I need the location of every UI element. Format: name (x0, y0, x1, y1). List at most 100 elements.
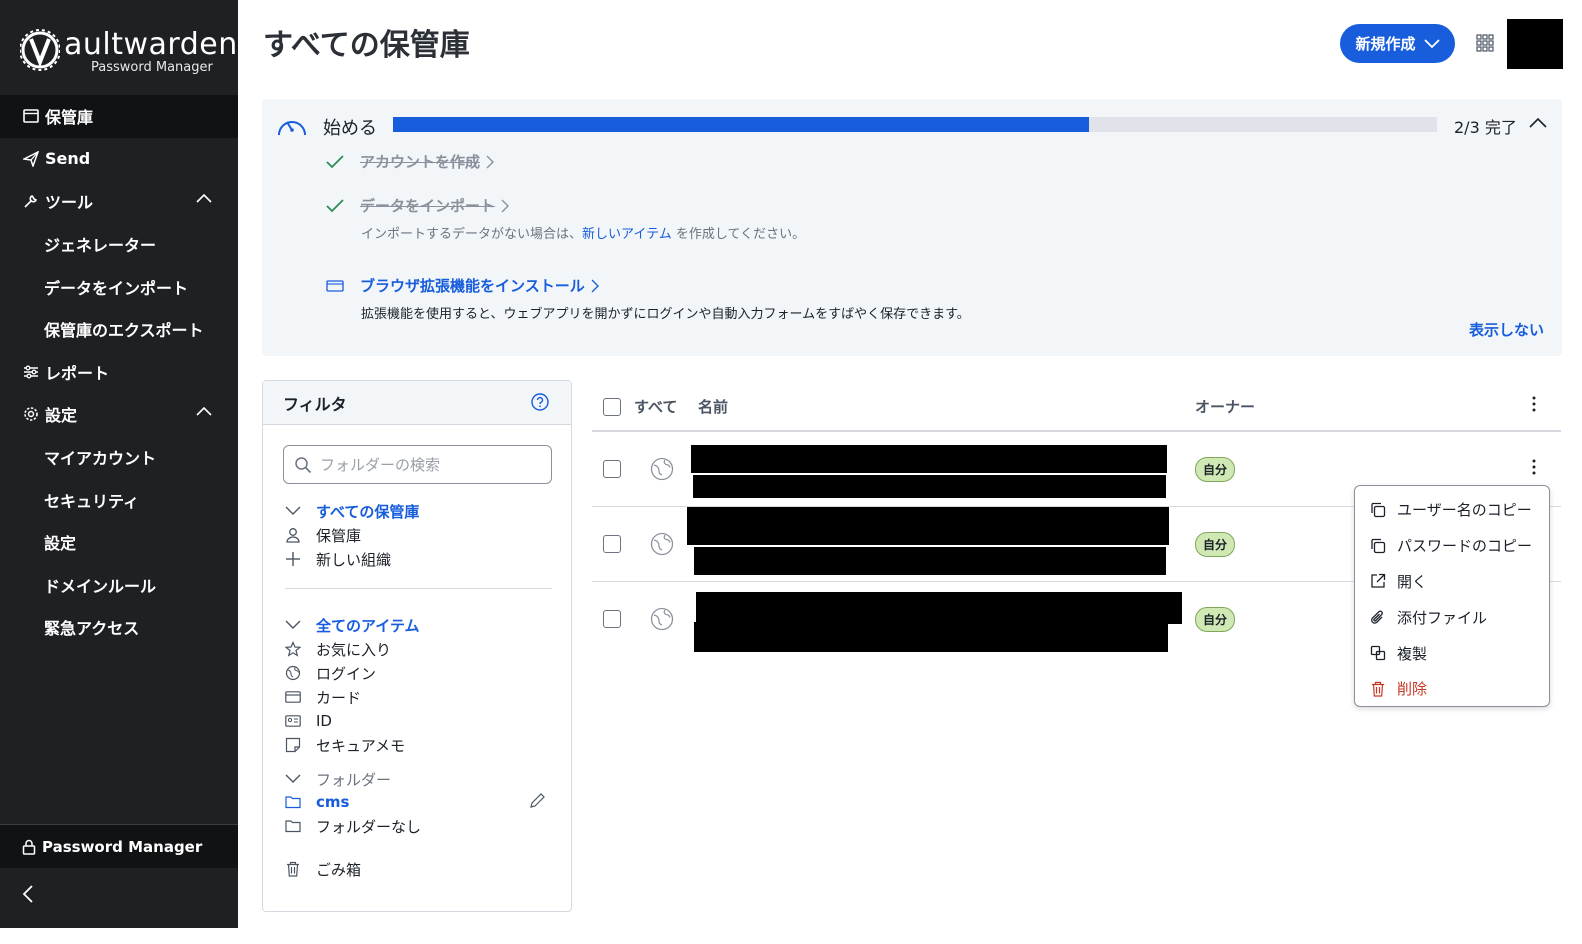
app-grid-icon[interactable] (1476, 34, 1494, 52)
pencil-icon[interactable] (529, 793, 545, 809)
product-switcher-label: Password Manager (42, 837, 203, 856)
redacted-item-name[interactable] (687, 507, 1169, 545)
redacted-item-name[interactable] (691, 445, 1167, 473)
lock-icon (22, 839, 36, 855)
sidebar-item-import[interactable]: データをインポート (0, 265, 238, 308)
product-switcher[interactable]: Password Manager (0, 824, 238, 868)
folder-search-input[interactable] (320, 455, 540, 474)
filter-all-vaults[interactable]: すべての保管庫 (285, 500, 419, 522)
task-install-extension[interactable]: ブラウザ拡張機能をインストール (326, 275, 599, 296)
avatar[interactable] (1507, 19, 1563, 69)
credit-card-icon (285, 691, 301, 703)
menu-item-label: 添付ファイル (1397, 608, 1488, 627)
column-header-owner[interactable]: オーナー (1195, 396, 1255, 417)
menu-item-label: 開く (1397, 572, 1428, 591)
browser-icon (326, 279, 344, 293)
folder-search-field[interactable] (283, 445, 552, 484)
new-item-button-label: 新規作成 (1355, 35, 1416, 53)
dismiss-onboarding-button[interactable]: 表示しない (1469, 319, 1544, 340)
sidebar-item-send[interactable]: Send (0, 138, 238, 181)
menu-clone[interactable]: 複製 (1355, 635, 1549, 671)
sidebar-item-label: ドメインルール (44, 576, 157, 596)
chevron-left-icon[interactable] (22, 884, 34, 904)
filter-login[interactable]: ログイン (285, 662, 376, 684)
filter-identity[interactable]: ID (285, 710, 332, 732)
filter-my-vault[interactable]: 保管庫 (285, 524, 361, 546)
menu-attachments[interactable]: 添付ファイル (1355, 599, 1549, 635)
menu-open[interactable]: 開く (1355, 564, 1549, 600)
help-icon[interactable] (531, 393, 549, 411)
more-vertical-icon[interactable] (1532, 396, 1536, 412)
chevron-up-icon[interactable] (1529, 117, 1547, 128)
trash-icon (1369, 681, 1387, 697)
sidebar-item-settings[interactable]: 設定 (0, 393, 238, 436)
task-label: ブラウザ拡張機能をインストール (360, 277, 585, 295)
sidebar-item-label: セキュリティ (44, 491, 140, 511)
extension-note: 拡張機能を使用すると、ウェブアプリを開かずにログインや自動入力フォームをすばやく… (361, 307, 970, 322)
sidebar-item-my-account[interactable]: マイアカウント (0, 436, 238, 479)
chevron-down-icon[interactable] (285, 620, 301, 630)
sidebar-item-emergency-access[interactable]: 緊急アクセス (0, 606, 238, 649)
filter-favorites[interactable]: お気に入り (285, 638, 391, 660)
row-checkbox[interactable] (603, 610, 621, 628)
owner-badge: 自分 (1195, 457, 1236, 482)
menu-copy-username[interactable]: ユーザー名のコピー (1355, 492, 1549, 528)
column-header-name[interactable]: 名前 (698, 396, 728, 417)
external-link-icon (1369, 573, 1387, 589)
sidebar-item-generator[interactable]: ジェネレーター (0, 223, 238, 266)
brand-logo[interactable]: aultwarden Password Manager (20, 26, 237, 76)
sidebar-item-label: 保管庫のエクスポート (44, 321, 204, 341)
sidebar-item-vault[interactable]: 保管庫 (0, 95, 238, 138)
filter-all-items[interactable]: 全てのアイテム (285, 614, 420, 636)
new-item-button[interactable]: 新規作成 (1340, 24, 1455, 63)
sidebar-item-security[interactable]: セキュリティ (0, 478, 238, 521)
brand-name: aultwarden (64, 27, 238, 62)
filter-panel: フィルタ すべての保管庫 保管庫 新しい組織 全てのアイテム お気に入り ログイ… (262, 380, 572, 912)
import-note-prefix: インポートするデータがない場合は、 (361, 227, 583, 242)
sidebar-item-domain-rules[interactable]: ドメインルール (0, 564, 238, 607)
menu-item-label: ユーザー名のコピー (1397, 501, 1532, 520)
filter-folder-cms[interactable]: cms (285, 791, 349, 813)
filter-login-label: ログイン (316, 664, 377, 683)
column-header-all[interactable]: すべて (634, 396, 677, 417)
chevron-down-icon[interactable] (285, 774, 301, 784)
filter-folders[interactable]: フォルダー (285, 768, 391, 790)
filter-trash-label: ごみ箱 (316, 860, 362, 879)
onboarding-progress-bar (393, 117, 1437, 132)
row-checkbox[interactable] (603, 535, 621, 553)
row-checkbox[interactable] (603, 460, 621, 478)
paperclip-icon (1369, 609, 1387, 625)
more-vertical-icon[interactable] (1532, 459, 1536, 475)
task-create-account[interactable]: アカウントを作成 (326, 151, 495, 172)
page-title: すべての保管庫 (263, 28, 470, 63)
sidebar-item-tools[interactable]: ツール (0, 180, 238, 223)
redacted-item-name[interactable] (696, 592, 1182, 624)
sidebar-item-export[interactable]: 保管庫のエクスポート (0, 308, 238, 351)
chevron-down-icon[interactable] (285, 506, 301, 516)
sidebar-item-preferences[interactable]: 設定 (0, 521, 238, 564)
owner-badge: 自分 (1195, 532, 1236, 557)
chevron-up-icon[interactable] (195, 406, 213, 416)
new-item-link[interactable]: 新しいアイテム (582, 227, 672, 242)
plus-icon (285, 551, 301, 567)
chevron-up-icon[interactable] (195, 193, 213, 203)
item-context-menu: ユーザー名のコピー パスワードのコピー 開く 添付ファイル 複製 削除 (1354, 485, 1550, 707)
sidebar-nav: 保管庫 Send ツール ジェネレーター データをインポート 保管庫のエクスポー… (0, 95, 238, 649)
menu-copy-password[interactable]: パスワードのコピー (1355, 528, 1549, 564)
filter-card[interactable]: カード (285, 686, 361, 708)
folder-icon (285, 795, 301, 809)
gauge-icon (276, 112, 308, 138)
sidebar-item-label: 設定 (45, 406, 78, 426)
filter-no-folder[interactable]: フォルダーなし (285, 815, 421, 837)
menu-delete[interactable]: 削除 (1355, 671, 1549, 707)
task-import-data[interactable]: データをインポート (326, 195, 510, 216)
filter-new-organization[interactable]: 新しい組織 (285, 548, 391, 570)
filter-trash[interactable]: ごみ箱 (285, 858, 361, 880)
chevron-right-icon (501, 199, 510, 213)
filter-new-organization-label: 新しい組織 (316, 550, 392, 569)
onboarding-progress-text: 2/3 完了 (1454, 118, 1517, 137)
sidebar-item-label: レポート (45, 363, 110, 383)
filter-secure-note[interactable]: セキュアメモ (285, 734, 405, 756)
sidebar-item-reports[interactable]: レポート (0, 351, 238, 394)
select-all-checkbox[interactable] (603, 398, 621, 416)
